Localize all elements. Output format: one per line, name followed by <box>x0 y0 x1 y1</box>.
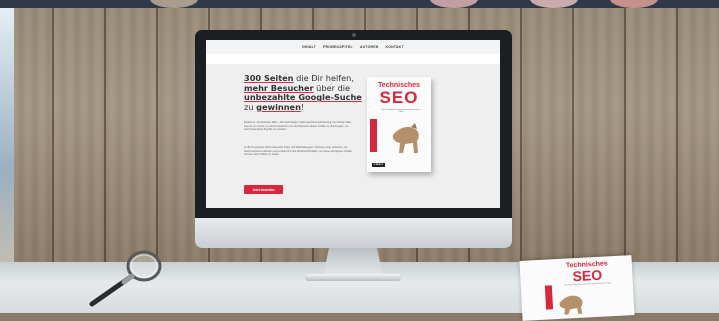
headline-win: gewinnen <box>256 101 301 112</box>
headline-text-3: zu <box>244 101 257 112</box>
desk-book-band <box>544 285 554 310</box>
intro-paragraph: Erfahre in „Technisches SEO – Mit nachha… <box>244 121 352 132</box>
decor-shape <box>610 0 658 8</box>
nav-item-inhalt[interactable]: INHALT <box>302 45 316 49</box>
book-side-band <box>370 119 377 152</box>
headline-google-search: unbezahlte Google-Suche <box>244 92 362 103</box>
book-cover-image: Technisches SEO Mit nachhaltiger Suchmas… <box>367 77 431 172</box>
monitor-stand <box>323 248 383 276</box>
decor-shape <box>150 0 198 8</box>
decor-shape <box>430 0 478 8</box>
monitor-stand-base <box>305 274 401 281</box>
hero-headline: 300 Seiten die Dir helfen, mehr Besucher… <box>244 73 364 112</box>
left-edge-photo <box>0 8 14 278</box>
magnifier-icon <box>89 250 162 307</box>
puma-illustration <box>392 123 419 153</box>
publisher-logo: O'REILLY <box>372 163 385 167</box>
headline-text-4: ! <box>300 101 305 112</box>
decor-shape <box>530 0 578 8</box>
monitor-chin <box>195 218 512 248</box>
top-navigation: INHALT PROBEKAPITEL AUTOREN KONTAKT <box>206 40 500 54</box>
website-screen: INHALT PROBEKAPITEL AUTOREN KONTAKT 300 … <box>206 40 500 208</box>
detail-paragraph: Im Buch erwarten dich praxisnahe Tipps u… <box>244 146 352 157</box>
top-strip <box>0 0 719 8</box>
nav-item-probekapitel[interactable]: PROBEKAPITEL <box>323 45 353 49</box>
webcam <box>352 33 356 37</box>
headline-count: 300 Seiten <box>244 73 294 83</box>
headline-text-2: über die <box>313 82 351 93</box>
desk-book-puma <box>559 295 583 315</box>
order-button[interactable]: Jetzt bestellen <box>244 185 283 194</box>
book-subtitle: Mit nachhaltiger Suchmaschinenoptimierun… <box>381 109 421 114</box>
headline-more-visitors: mehr Besucher <box>244 82 314 93</box>
desk-book: Technisches SEO Mit nachhaltiger Suchmas… <box>519 255 635 321</box>
book-title-line-2: SEO <box>379 88 419 107</box>
nav-item-autoren[interactable]: AUTOREN <box>360 45 379 49</box>
headline-text-1: die Dir helfen, <box>293 73 354 83</box>
nav-item-kontakt[interactable]: KONTAKT <box>386 45 404 49</box>
